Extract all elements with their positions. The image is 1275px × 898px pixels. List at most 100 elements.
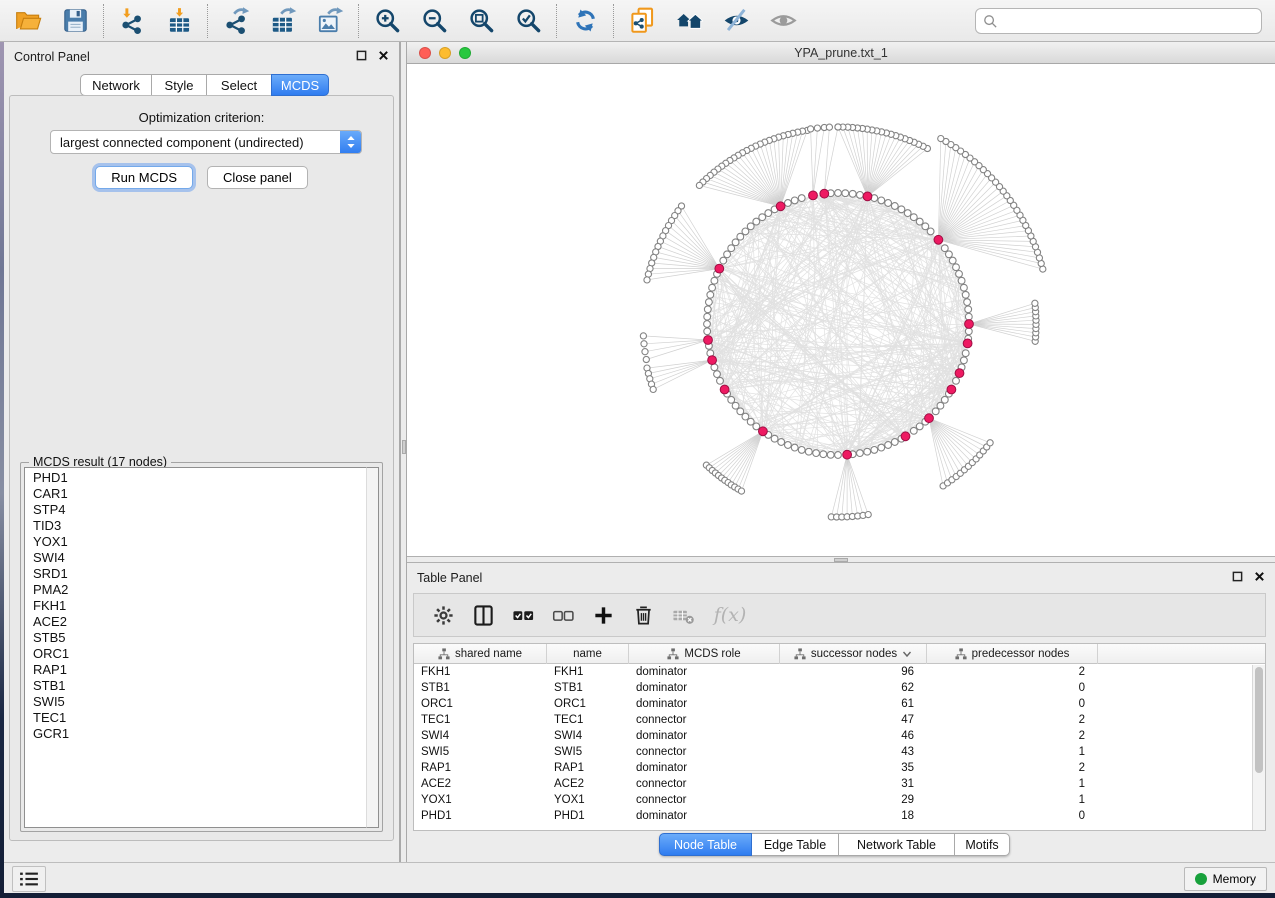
column-header-successor-nodes[interactable]: successor nodes <box>780 644 927 664</box>
deselect-all-button[interactable] <box>550 602 576 628</box>
vertical-split-handle[interactable] <box>402 440 406 454</box>
run-mcds-button[interactable]: Run MCDS <box>95 166 193 189</box>
horizontal-split-handle[interactable] <box>834 558 848 562</box>
clear-table-button <box>670 602 696 628</box>
mcds-result-groupbox: MCDS result (17 nodes) PHD1CAR1STP4TID3Y… <box>20 462 383 832</box>
mcds-result-item[interactable]: FKH1 <box>25 598 366 614</box>
delete-button[interactable] <box>630 602 656 628</box>
mcds-result-item[interactable]: ACE2 <box>25 614 366 630</box>
refresh-view-button[interactable] <box>570 6 600 36</box>
table-row[interactable]: SWI5SWI5connector431 <box>414 744 1265 760</box>
close-panel-x-button[interactable] <box>378 50 389 61</box>
table-row[interactable]: RAP1RAP1dominator352 <box>414 760 1265 776</box>
table-row[interactable]: STB1STB1dominator620 <box>414 680 1265 696</box>
column-header-name[interactable]: name <box>547 644 629 664</box>
network-canvas[interactable] <box>407 64 1275 556</box>
control-panel-title: Control Panel <box>14 50 90 64</box>
float-panel-button[interactable] <box>356 50 367 61</box>
save-session-button[interactable] <box>60 6 90 36</box>
zoom-selected-icon <box>515 7 542 34</box>
memory-button[interactable]: Memory <box>1184 867 1267 891</box>
open-session-button[interactable] <box>13 6 43 36</box>
mcds-list-scrollbar[interactable] <box>366 467 379 828</box>
mcds-result-item[interactable]: SWI4 <box>25 550 366 566</box>
mcds-result-item[interactable]: STP4 <box>25 502 366 518</box>
table-row[interactable]: TEC1TEC1connector472 <box>414 712 1265 728</box>
table-cell: ACE2 <box>547 776 629 792</box>
mcds-result-item[interactable]: TEC1 <box>25 710 366 726</box>
close-panel-button[interactable]: Close panel <box>207 166 308 189</box>
network-graph[interactable] <box>407 64 1275 556</box>
clone-network-icon <box>629 7 656 34</box>
mcds-result-item[interactable]: YOX1 <box>25 534 366 550</box>
show-hidden-button[interactable] <box>768 6 798 36</box>
network-overview-button[interactable] <box>674 6 704 36</box>
export-table-button[interactable] <box>268 6 298 36</box>
table-scrollbar-thumb[interactable] <box>1255 667 1263 773</box>
optimization-criterion-select[interactable]: largest connected component (undirected) <box>50 130 362 154</box>
mcds-result-item[interactable]: SRD1 <box>25 566 366 582</box>
clone-network-button[interactable] <box>627 6 657 36</box>
sort-chevron-icon <box>902 650 912 658</box>
export-network-button[interactable] <box>221 6 251 36</box>
table-cell: 2 <box>927 664 1098 680</box>
table-row[interactable]: PHD1PHD1dominator180 <box>414 808 1265 824</box>
search-input[interactable] <box>1003 11 1261 31</box>
table-row[interactable]: YOX1YOX1connector291 <box>414 792 1265 808</box>
mcds-result-item[interactable]: STB1 <box>25 678 366 694</box>
settings-button[interactable] <box>430 602 456 628</box>
zoom-selected-button[interactable] <box>513 6 543 36</box>
tab-style[interactable]: Style <box>151 74 207 96</box>
zoom-in-button[interactable] <box>372 6 402 36</box>
add-button[interactable] <box>590 602 616 628</box>
table-cell: ORC1 <box>547 696 629 712</box>
tab-mcds[interactable]: MCDS <box>271 74 329 96</box>
mcds-result-item[interactable]: CAR1 <box>25 486 366 502</box>
close-table-panel-button[interactable] <box>1254 571 1265 582</box>
column-header-MCDS-role[interactable]: MCDS role <box>629 644 780 664</box>
tab-node-table[interactable]: Node Table <box>659 833 752 856</box>
import-network-button[interactable] <box>117 6 147 36</box>
mcds-result-item[interactable]: PMA2 <box>25 582 366 598</box>
mcds-result-item[interactable]: RAP1 <box>25 662 366 678</box>
column-header-shared-name[interactable]: shared name <box>414 644 547 664</box>
mcds-result-item[interactable]: STB5 <box>25 630 366 646</box>
mcds-result-item[interactable]: SWI5 <box>25 694 366 710</box>
control-panel-tabs: NetworkStyleSelectMCDS <box>80 74 329 96</box>
table-row[interactable]: SWI4SWI4dominator462 <box>414 728 1265 744</box>
mcds-result-item[interactable]: PHD1 <box>25 470 366 486</box>
mcds-result-item[interactable]: ORC1 <box>25 646 366 662</box>
search-box[interactable] <box>975 8 1262 34</box>
zoom-fit-button[interactable] <box>466 6 496 36</box>
table-scrollbar[interactable] <box>1252 665 1265 830</box>
table-cell: 2 <box>927 712 1098 728</box>
table-cell: 1 <box>927 776 1098 792</box>
table-row[interactable]: ACE2ACE2connector311 <box>414 776 1265 792</box>
table-row[interactable]: ORC1ORC1dominator610 <box>414 696 1265 712</box>
table-cell: 0 <box>927 808 1098 824</box>
select-all-button[interactable] <box>510 602 536 628</box>
tab-motifs[interactable]: Motifs <box>954 833 1010 856</box>
export-image-button[interactable] <box>315 6 345 36</box>
vertical-split-divider[interactable] <box>400 42 407 862</box>
hide-selected-button[interactable] <box>721 6 751 36</box>
table-cell: 31 <box>780 776 927 792</box>
table-row[interactable]: FKH1FKH1dominator962 <box>414 664 1265 680</box>
horizontal-split-divider[interactable] <box>407 556 1275 563</box>
tab-network[interactable]: Network <box>80 74 152 96</box>
tab-select[interactable]: Select <box>206 74 272 96</box>
columns-button[interactable] <box>470 602 496 628</box>
task-history-button[interactable] <box>12 866 46 892</box>
import-table-icon <box>166 7 193 34</box>
float-table-panel-button[interactable] <box>1232 571 1243 582</box>
delete-icon <box>632 604 655 627</box>
column-header-predecessor-nodes[interactable]: predecessor nodes <box>927 644 1098 664</box>
table-cell: 35 <box>780 760 927 776</box>
zoom-out-button[interactable] <box>419 6 449 36</box>
table-cell: 96 <box>780 664 927 680</box>
tab-edge-table[interactable]: Edge Table <box>751 833 839 856</box>
mcds-result-item[interactable]: TID3 <box>25 518 366 534</box>
mcds-result-item[interactable]: GCR1 <box>25 726 366 742</box>
tab-network-table[interactable]: Network Table <box>838 833 955 856</box>
import-table-button[interactable] <box>164 6 194 36</box>
